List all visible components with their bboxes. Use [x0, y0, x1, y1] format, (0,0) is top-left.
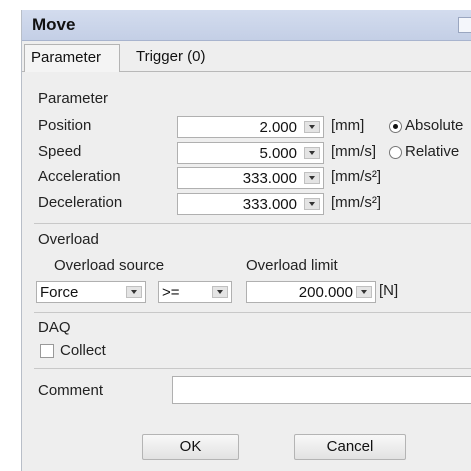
overload-limit-label: Overload limit	[246, 257, 338, 274]
acceleration-field[interactable]: 333.000	[177, 167, 324, 189]
position-unit-dropdown-icon[interactable]	[304, 121, 320, 133]
overload-limit-value: 200.000	[298, 284, 353, 301]
ok-button[interactable]: OK	[142, 434, 239, 460]
overload-source-select[interactable]: Force	[36, 281, 146, 303]
speed-unit-dropdown-icon[interactable]	[304, 147, 320, 159]
deceleration-label: Deceleration	[38, 194, 123, 211]
move-dialog: Move Parameter Trigger (0) Parameter Pos…	[21, 10, 471, 471]
speed-field[interactable]: 5.000	[177, 142, 324, 164]
comment-divider	[34, 368, 471, 369]
absolute-radio[interactable]	[389, 120, 402, 133]
daq-section-label: DAQ	[38, 319, 71, 336]
dialog-title: Move	[32, 15, 76, 34]
overload-source-value: Force	[40, 284, 79, 301]
speed-label: Speed	[38, 143, 82, 160]
title-bar[interactable]: Move	[22, 10, 471, 41]
acceleration-unit: [mm/s²]	[331, 168, 381, 185]
comment-input[interactable]	[172, 376, 471, 404]
cancel-button[interactable]: Cancel	[294, 434, 406, 460]
position-value: 2.000	[259, 119, 297, 136]
tab-trigger[interactable]: Trigger (0)	[130, 44, 211, 70]
deceleration-value: 333.000	[242, 196, 297, 213]
overload-operator-select[interactable]: >=	[158, 281, 232, 303]
parameter-section-label: Parameter	[38, 90, 109, 107]
relative-label: Relative	[405, 143, 460, 160]
daq-divider	[34, 312, 471, 313]
deceleration-field[interactable]: 333.000	[177, 193, 324, 215]
deceleration-unit: [mm/s²]	[331, 194, 381, 211]
overload-operator-dropdown-icon[interactable]	[212, 286, 228, 298]
overload-divider	[34, 223, 471, 224]
overload-limit-field[interactable]: 200.000	[246, 281, 376, 303]
absolute-label: Absolute	[405, 117, 464, 134]
tab-parameter[interactable]: Parameter	[24, 44, 120, 72]
position-unit: [mm]	[331, 117, 365, 134]
overload-limit-dropdown-icon[interactable]	[356, 286, 372, 298]
collect-label: Collect	[60, 342, 106, 359]
acceleration-value: 333.000	[242, 170, 297, 187]
overload-operator-value: >=	[162, 284, 180, 301]
acceleration-label: Acceleration	[38, 168, 121, 185]
collect-checkbox[interactable]	[40, 344, 54, 358]
acceleration-unit-dropdown-icon[interactable]	[304, 172, 320, 184]
overload-source-label: Overload source	[54, 257, 165, 274]
overload-section-label: Overload	[38, 231, 99, 248]
close-icon[interactable]	[458, 17, 471, 33]
overload-limit-unit: [N]	[379, 282, 399, 299]
overload-source-dropdown-icon[interactable]	[126, 286, 142, 298]
comment-label: Comment	[38, 382, 104, 399]
speed-unit: [mm/s]	[331, 143, 376, 160]
position-field[interactable]: 2.000	[177, 116, 324, 138]
speed-value: 5.000	[259, 145, 297, 162]
relative-radio[interactable]	[389, 146, 402, 159]
position-label: Position	[38, 117, 92, 134]
deceleration-unit-dropdown-icon[interactable]	[304, 198, 320, 210]
tab-bar: Parameter Trigger (0)	[22, 41, 471, 72]
